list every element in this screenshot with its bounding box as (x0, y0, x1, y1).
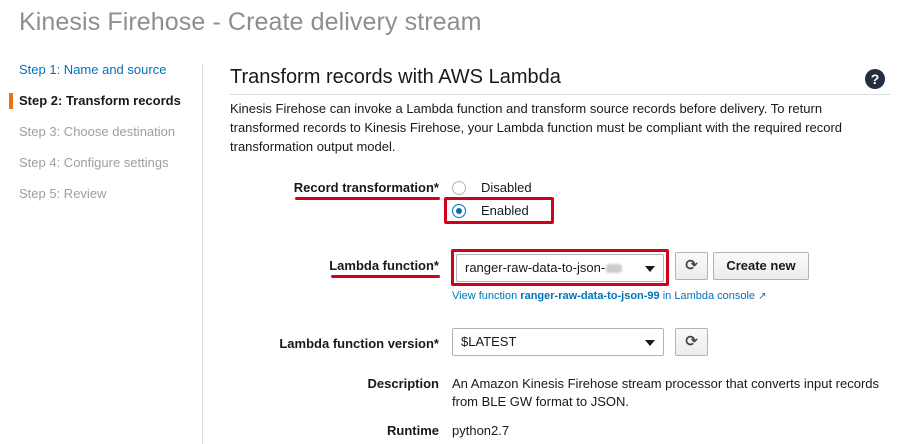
wizard-steps: Step 1: Name and source Step 2: Transfor… (9, 62, 209, 217)
step-review: Step 5: Review (19, 186, 107, 201)
runtime-label: Runtime (387, 423, 439, 438)
chevron-down-icon (645, 340, 655, 346)
runtime-value: python2.7 (452, 423, 510, 438)
radio-disabled-label: Disabled (481, 180, 532, 195)
step-name-and-source[interactable]: Step 1: Name and source (19, 62, 209, 93)
lambda-version-label: Lambda function version* (279, 336, 439, 351)
description-value: An Amazon Kinesis Firehose stream proces… (452, 376, 880, 409)
external-link-icon: ↗ (758, 291, 767, 302)
lambda-function-label: Lambda function* (329, 258, 439, 273)
lambda-version-value: $LATEST (461, 334, 517, 349)
step-choose-destination: Step 3: Choose destination (19, 124, 176, 139)
refresh-icon: ⟳ (685, 257, 698, 274)
section-rule (230, 94, 890, 95)
view-function-suffix: in Lambda console (659, 290, 756, 302)
refresh-version-button[interactable]: ⟳ (675, 328, 708, 356)
annotation-underline-lambda-function (331, 275, 440, 278)
lambda-version-select[interactable]: $LATEST (452, 328, 664, 356)
view-function-prefix: View function (452, 290, 521, 302)
annotation-underline-record-transformation (295, 197, 440, 200)
radio-disabled-circle[interactable] (452, 180, 466, 195)
create-new-button[interactable]: Create new (713, 252, 809, 280)
sidebar-divider (202, 64, 203, 444)
step-configure-settings: Step 4: Configure settings (19, 155, 169, 170)
section-description: Kinesis Firehose can invoke a Lambda fun… (230, 101, 843, 154)
refresh-icon: ⟳ (685, 333, 698, 350)
page-title: Kinesis Firehose - Create delivery strea… (19, 8, 482, 36)
description-label: Description (367, 376, 439, 391)
record-transformation-label: Record transformation* (293, 180, 439, 195)
section-title: Transform records with AWS Lambda (230, 66, 561, 88)
annotation-box-enabled (444, 197, 554, 224)
step-transform-records: Step 2: Transform records (9, 93, 209, 124)
radio-disabled[interactable]: Disabled (452, 180, 532, 195)
view-function-link[interactable]: View function ranger-raw-data-to-json-99… (452, 290, 766, 302)
refresh-lambda-button[interactable]: ⟳ (675, 252, 708, 280)
annotation-box-lambda-function (451, 249, 669, 286)
view-function-name: ranger-raw-data-to-json-99 (520, 290, 660, 302)
question-icon[interactable]: ? (865, 69, 885, 89)
